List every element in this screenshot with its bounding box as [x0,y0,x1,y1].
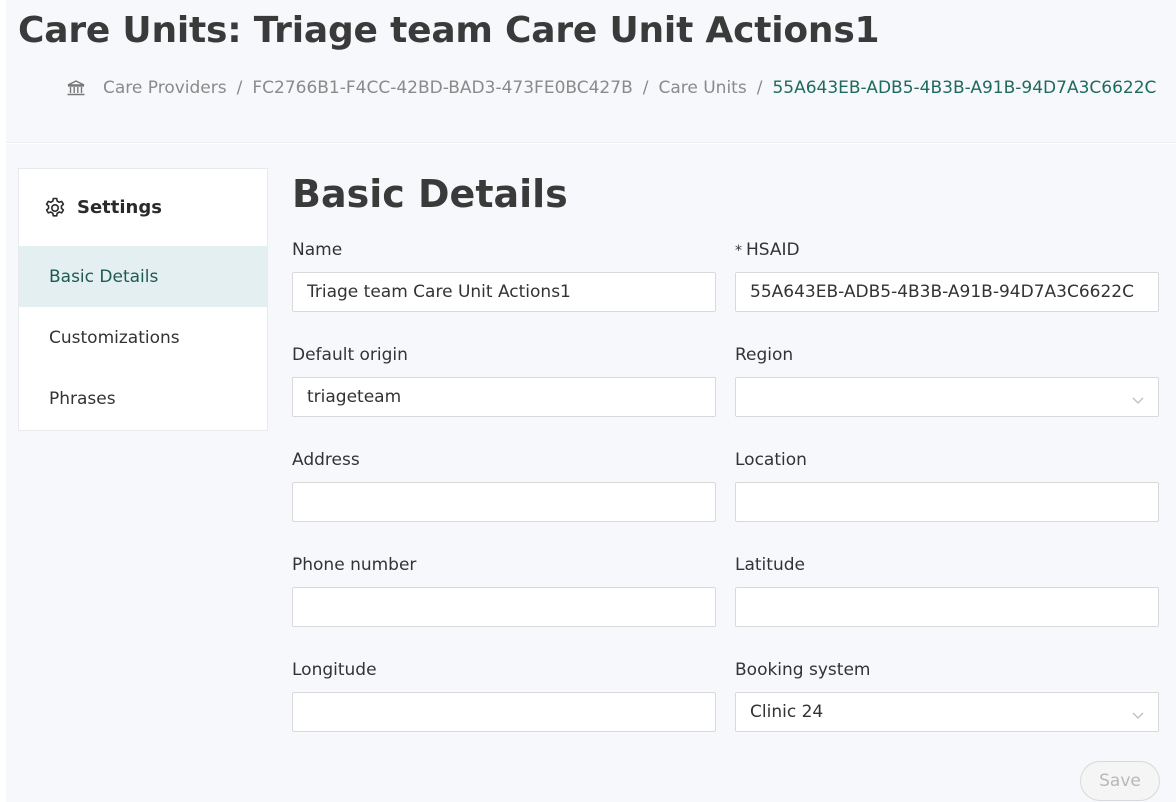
breadcrumb-care-provider-id[interactable]: FC2766B1-F4CC-42BD-BAD3-473FE0BC427B [252,78,632,98]
region-label: Region [735,345,794,365]
booking-system-label: Booking system [735,660,871,680]
sidebar-item-customizations[interactable]: Customizations [19,307,267,368]
address-label: Address [292,450,360,470]
phone-label: Phone number [292,555,417,575]
latitude-input-box [735,587,1159,627]
longitude-input[interactable] [307,702,701,722]
sidebar-item-basic-details[interactable]: Basic Details [19,246,267,307]
region-select[interactable] [735,377,1159,417]
hsaid-label-text: HSAID [746,240,800,260]
breadcrumb-separator: / [642,78,649,98]
section-title: Basic Details [292,172,568,216]
name-input[interactable] [307,282,701,302]
phone-input-box [292,587,716,627]
address-field-group: Address [292,448,716,522]
required-mark: * [735,243,742,259]
page-title: Care Units: Triage team Care Unit Action… [18,10,880,51]
longitude-field-group: Longitude [292,658,716,732]
chevron-down-icon [1132,391,1144,404]
default-origin-input-box [292,377,716,417]
latitude-label: Latitude [735,555,805,575]
name-input-box [292,272,716,312]
address-input[interactable] [307,492,701,512]
latitude-field-group: Latitude [735,553,1159,627]
breadcrumb-separator: / [756,78,763,98]
chevron-down-icon [1132,706,1144,719]
phone-field-group: Phone number [292,553,716,627]
phone-input[interactable] [307,597,701,617]
main-content: Settings Basic Details Customizations Ph… [6,144,1176,802]
sidebar-header: Settings [19,169,267,246]
breadcrumb: Care Providers / FC2766B1-F4CC-42BD-BAD3… [66,76,1156,100]
basic-details-form: Basic Details Name *HSAID Default origin… [292,168,1162,732]
location-field-group: Location [735,448,1159,522]
breadcrumb-care-providers[interactable]: Care Providers [103,78,227,98]
address-input-box [292,482,716,522]
latitude-input[interactable] [750,597,1144,617]
location-input-box [735,482,1159,522]
longitude-label: Longitude [292,660,377,680]
bank-icon[interactable] [66,79,86,97]
default-origin-label: Default origin [292,345,408,365]
default-origin-input[interactable] [307,387,701,407]
name-field-group: Name [292,238,716,312]
hsaid-input-box [735,272,1159,312]
booking-system-field-group: Booking system Clinic 24 [735,658,1159,732]
location-input[interactable] [750,492,1144,512]
longitude-input-box [292,692,716,732]
name-label: Name [292,240,343,260]
hsaid-input[interactable] [750,282,1144,302]
location-label: Location [735,450,807,470]
sidebar-item-phrases[interactable]: Phrases [19,368,267,429]
settings-sidebar: Settings Basic Details Customizations Ph… [18,168,268,431]
breadcrumb-separator: / [236,78,243,98]
breadcrumb-care-units[interactable]: Care Units [658,78,746,98]
default-origin-field-group: Default origin [292,343,716,417]
region-field-group: Region [735,343,1159,417]
save-button[interactable]: Save [1080,761,1160,801]
page-header: Care Units: Triage team Care Unit Action… [6,0,1176,143]
hsaid-label: * HSAID [735,238,1159,262]
booking-system-selected-value: Clinic 24 [750,702,824,722]
gear-icon [43,196,67,220]
breadcrumb-current-care-unit: 55A643EB-ADB5-4B3B-A91B-94D7A3C6622C [772,78,1157,98]
hsaid-field-group: * HSAID [735,238,1159,312]
sidebar-title: Settings [77,197,162,218]
booking-system-select[interactable]: Clinic 24 [735,692,1159,732]
